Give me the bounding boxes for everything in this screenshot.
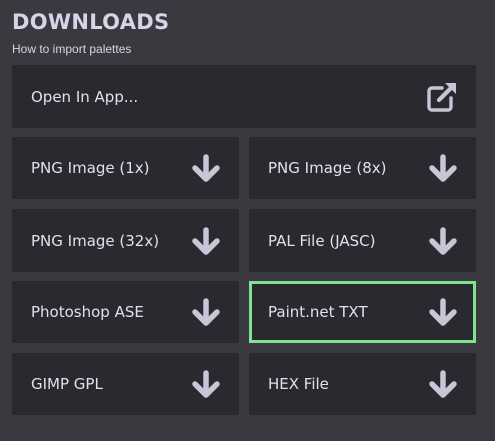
download-label: Paint.net TXT: [268, 303, 368, 321]
download-arrow-icon: [191, 226, 221, 255]
download-photoshop-ase-button[interactable]: Photoshop ASE: [12, 281, 239, 343]
download-label: PNG Image (8x): [268, 159, 387, 177]
download-png-8x-button[interactable]: PNG Image (8x): [249, 137, 476, 199]
download-label: PNG Image (32x): [31, 231, 160, 250]
download-label: PAL File (JASC): [268, 231, 376, 250]
download-label: Photoshop ASE: [31, 303, 144, 321]
download-gimp-gpl-button[interactable]: GIMP GPL: [12, 353, 239, 415]
download-label: PNG Image (1x): [31, 159, 150, 177]
download-label: GIMP GPL: [31, 375, 103, 393]
download-pal-jasc-button[interactable]: PAL File (JASC): [249, 209, 476, 272]
download-paintnet-txt-button[interactable]: Paint.net TXT: [249, 281, 476, 343]
page-title: DOWNLOADS: [12, 10, 170, 34]
open-in-app-label: Open In App...: [31, 87, 139, 106]
import-palettes-help-link[interactable]: How to import palettes: [12, 42, 131, 57]
external-link-icon: [426, 81, 458, 113]
download-arrow-icon: [428, 298, 458, 326]
download-arrow-icon: [191, 298, 221, 326]
download-arrow-icon: [428, 154, 458, 182]
download-arrow-icon: [428, 370, 458, 398]
download-label: HEX File: [268, 375, 329, 393]
open-in-app-button[interactable]: Open In App...: [12, 65, 476, 128]
download-png-1x-button[interactable]: PNG Image (1x): [12, 137, 239, 199]
download-arrow-icon: [428, 226, 458, 255]
download-arrow-icon: [191, 370, 221, 398]
download-hex-file-button[interactable]: HEX File: [249, 353, 476, 415]
download-arrow-icon: [191, 154, 221, 182]
download-png-32x-button[interactable]: PNG Image (32x): [12, 209, 239, 272]
